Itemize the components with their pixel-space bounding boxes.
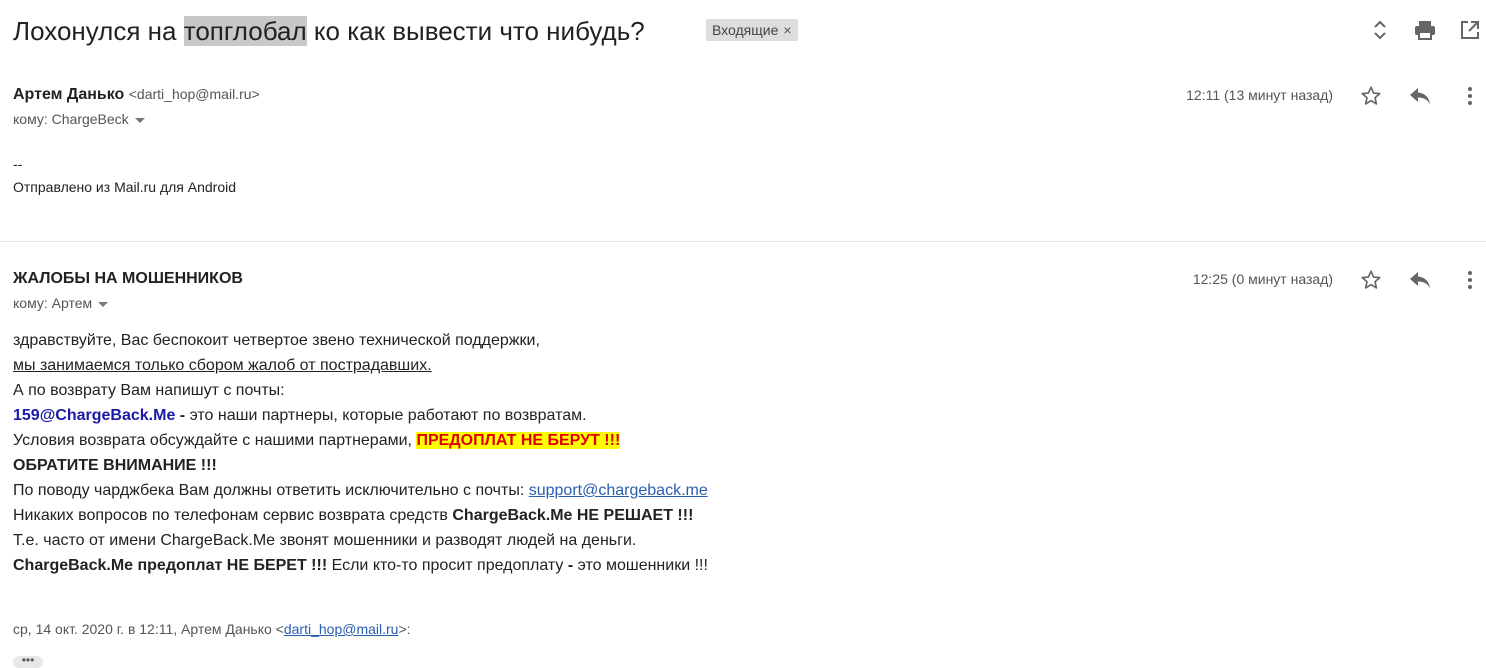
message-2-sender[interactable]: ЖАЛОБЫ НА МОШЕННИКОВ	[13, 270, 243, 288]
print-icon[interactable]	[1413, 18, 1437, 42]
recipient-text: кому: ChargeBeck	[13, 111, 129, 127]
body-line: Т.е. часто от имени ChargeBack.Me звонят…	[13, 532, 637, 549]
signature-text: Отправлено из Mail.ru для Android	[13, 179, 237, 195]
recipient-details-chevron-icon[interactable]	[98, 301, 109, 307]
reply-icon[interactable]	[1408, 84, 1432, 108]
body-line: А по возврату Вам напишут с почты:	[13, 382, 285, 399]
reply-icon[interactable]	[1408, 268, 1432, 292]
bold-text: ChargeBack.Me предоплат НЕ БЕРЕТ !!!	[13, 557, 328, 574]
remove-label-icon[interactable]: ×	[783, 22, 791, 38]
inbox-label-chip[interactable]: Входящие ×	[706, 19, 798, 41]
message-1-recipient[interactable]: кому: ChargeBeck	[13, 111, 145, 127]
support-email-link[interactable]: support@chargeback.me	[529, 482, 708, 499]
sender-name: Артем Данько	[13, 86, 125, 103]
expand-collapse-icon[interactable]	[1368, 18, 1392, 42]
body-line: Никаких вопросов по телефонам сервис воз…	[13, 503, 708, 528]
warning-highlight: ПРЕДОПЛАТ НЕ БЕРУТ !!!	[416, 432, 621, 449]
star-icon[interactable]	[1359, 84, 1383, 108]
quote-prefix: ср, 14 окт. 2020 г. в 12:11, Артем Даньк…	[13, 621, 284, 637]
message-2-time: 12:25 (0 минут назад)	[1192, 271, 1333, 287]
signature-separator: --	[13, 156, 23, 172]
body-text: Никаких вопросов по телефонам сервис воз…	[13, 507, 453, 524]
body-text: Условия возврата обсуждайте с нашими пар…	[13, 432, 417, 449]
body-line: ChargeBack.Me предоплат НЕ БЕРЕТ !!! Есл…	[13, 553, 708, 578]
body-line: По поводу чарджбека Вам должны ответить …	[13, 478, 708, 503]
subject-text-after: ко как вывести что нибудь?	[306, 16, 645, 46]
dash: -	[175, 407, 190, 424]
message-1-sender[interactable]: Артем Данько <darti_hop@mail.ru>	[13, 86, 260, 104]
body-text: Если кто-то просит предоплату	[327, 557, 568, 574]
body-line: мы занимаемся только сбором жалоб от пос…	[13, 353, 708, 378]
message-2-body: здравствуйте, Вас беспокоит четвертое зв…	[13, 328, 708, 578]
body-text: это наши партнеры, которые работают по в…	[189, 407, 587, 424]
message-divider	[0, 241, 1486, 242]
message-1-body: -- Отправлено из Mail.ru для Android	[13, 153, 236, 199]
body-line: 159@ChargeBack.Me - это наши партнеры, к…	[13, 403, 708, 428]
star-icon[interactable]	[1359, 268, 1383, 292]
inbox-label: Входящие	[712, 22, 779, 38]
quoted-message-header: ср, 14 окт. 2020 г. в 12:11, Артем Даньк…	[13, 621, 411, 637]
body-text: По поводу чарджбека Вам должны ответить …	[13, 482, 529, 499]
message-1-time: 12:11 (13 минут назад)	[1186, 87, 1333, 103]
body-line: Условия возврата обсуждайте с нашими пар…	[13, 428, 708, 453]
body-text: это мошенники !!!	[573, 557, 708, 574]
sender-name: ЖАЛОБЫ НА МОШЕННИКОВ	[13, 270, 243, 287]
body-line: здравствуйте, Вас беспокоит четвертое зв…	[13, 332, 540, 349]
more-options-icon[interactable]	[1458, 84, 1482, 108]
bold-text: ChargeBack.Me НЕ РЕШАЕТ !!!	[452, 507, 694, 524]
subject-highlight: топглобал	[183, 16, 307, 46]
quote-suffix: >:	[398, 621, 411, 637]
partner-email: 159@ChargeBack.Me	[13, 407, 176, 424]
recipient-text: кому: Артем	[13, 295, 93, 311]
underlined-text: мы занимаемся только сбором жалоб от пос…	[13, 357, 432, 374]
more-options-icon[interactable]	[1458, 268, 1482, 292]
show-trimmed-content-button[interactable]: •••	[13, 654, 43, 668]
email-subject: Лохонулся на топглобал ко как вывести чт…	[13, 13, 645, 49]
attention-heading: ОБРАТИТЕ ВНИМАНИЕ !!!	[13, 457, 217, 474]
subject-text-before: Лохонулся на	[13, 16, 184, 46]
recipient-details-chevron-icon[interactable]	[134, 117, 145, 123]
message-2-recipient[interactable]: кому: Артем	[13, 295, 109, 311]
sender-email: <darti_hop@mail.ru>	[128, 86, 260, 102]
open-in-new-window-icon[interactable]	[1458, 18, 1482, 42]
quote-email-link[interactable]: darti_hop@mail.ru	[284, 621, 399, 637]
